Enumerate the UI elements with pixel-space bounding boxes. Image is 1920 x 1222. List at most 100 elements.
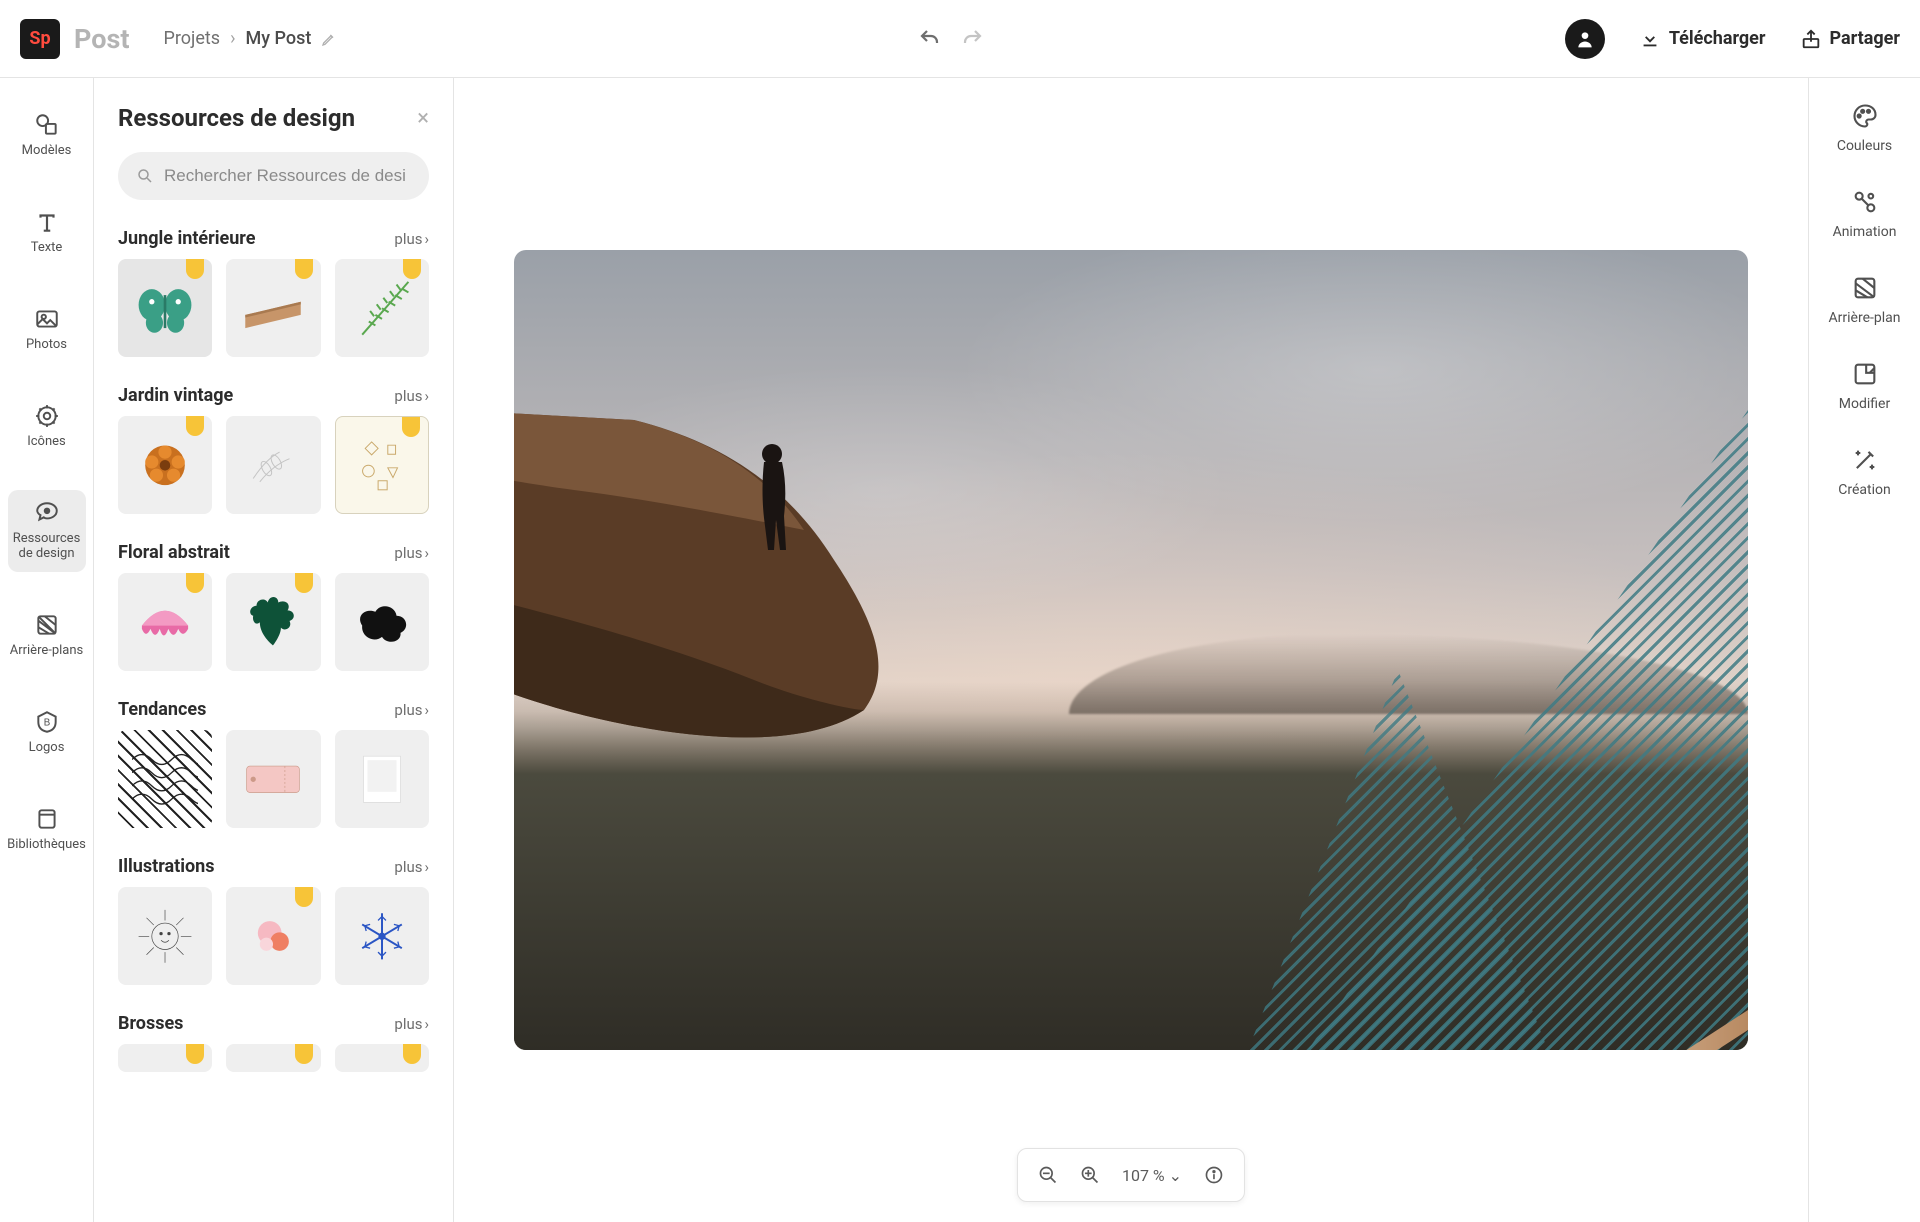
tool-models[interactable]: Modèles (8, 102, 86, 169)
shapes-icon (349, 431, 414, 498)
zoom-in-icon[interactable] (1080, 1165, 1100, 1185)
person-silhouette-icon (744, 440, 804, 560)
triangle-large (1308, 410, 1748, 1050)
premium-badge-icon (186, 259, 204, 279)
search-icon (136, 167, 154, 185)
pencil-icon[interactable] (321, 31, 337, 47)
assets-search[interactable] (118, 152, 429, 200)
tool-icons[interactable]: Icônes (8, 393, 86, 460)
asset-thumb-brush-b[interactable] (226, 1044, 320, 1072)
asset-thumb-black-blob[interactable] (335, 573, 429, 671)
zoom-value: 107 % (1122, 1166, 1165, 1185)
right-background[interactable]: Arrière-plan (1829, 274, 1901, 326)
asset-thumb-brush-c[interactable] (335, 1044, 429, 1072)
asset-thumb-ticket[interactable] (226, 730, 320, 828)
wave-icon (132, 745, 198, 814)
tool-text[interactable]: Texte (8, 199, 86, 266)
history-controls (337, 27, 1564, 51)
asset-section-more[interactable]: plus› (394, 544, 429, 562)
polaroid-icon (349, 745, 415, 814)
asset-section-jardin: Jardin vintage plus› (118, 385, 429, 514)
breadcrumb-root[interactable]: Projets (163, 28, 220, 49)
libraries-icon (34, 806, 60, 832)
tool-models-label: Modèles (22, 144, 72, 159)
asset-thumb-marigold[interactable] (118, 416, 212, 514)
premium-badge-icon (186, 573, 204, 593)
right-colors-label: Couleurs (1837, 138, 1892, 154)
download-label: Télécharger (1669, 28, 1766, 49)
download-icon (1639, 28, 1661, 50)
left-tool-rail: Modèles Texte Photos Icônes Ressources d… (0, 78, 94, 1222)
icons-icon (34, 403, 60, 429)
right-background-label: Arrière-plan (1829, 310, 1901, 326)
tool-photos-label: Photos (26, 338, 67, 353)
asset-section-more[interactable]: plus› (394, 1015, 429, 1033)
info-icon[interactable] (1204, 1165, 1224, 1185)
backgrounds-icon (34, 612, 60, 638)
asset-thumb-paper-shapes[interactable] (335, 416, 429, 514)
asset-section-more[interactable]: plus› (394, 387, 429, 405)
asset-section-more[interactable]: plus› (394, 701, 429, 719)
asset-thumb-wood-plank[interactable] (226, 259, 320, 357)
asset-thumb-pink-blossom[interactable] (226, 887, 320, 985)
chevron-right-icon: › (230, 28, 235, 49)
right-creation[interactable]: Création (1838, 446, 1890, 498)
right-creation-label: Création (1838, 482, 1890, 498)
assets-search-input[interactable] (164, 166, 411, 186)
asset-thumb-pink-jelly[interactable] (118, 573, 212, 671)
share-button[interactable]: Partager (1800, 28, 1901, 50)
right-modify-label: Modifier (1839, 396, 1890, 412)
canvas-stage[interactable] (454, 78, 1808, 1222)
asset-thumb-butterfly[interactable] (118, 259, 212, 357)
asset-thumb-green-leaf[interactable] (226, 573, 320, 671)
tool-logos[interactable]: B Logos (8, 699, 86, 766)
undo-icon[interactable] (918, 27, 942, 51)
animation-icon (1851, 188, 1879, 216)
right-animation-label: Animation (1833, 224, 1897, 240)
artwork-triangles (1128, 410, 1748, 1050)
premium-badge-icon (186, 416, 204, 436)
logos-icon: B (34, 709, 60, 735)
avatar[interactable] (1565, 19, 1605, 59)
asset-thumb-snowflake[interactable] (335, 887, 429, 985)
artwork[interactable] (514, 250, 1748, 1050)
tool-design-assets[interactable]: Ressources de design (8, 490, 86, 572)
share-icon (1800, 28, 1822, 50)
asset-thumb-wave-pattern[interactable] (118, 730, 212, 828)
premium-badge-icon (403, 259, 421, 279)
asset-thumb-sun-face[interactable] (118, 887, 212, 985)
user-icon (1575, 29, 1595, 49)
asset-section-floral: Floral abstrait plus› (118, 542, 429, 671)
app-logo-text: Sp (29, 28, 50, 49)
tool-backgrounds[interactable]: Arrière-plans (8, 602, 86, 669)
chevron-right-icon: › (424, 701, 429, 719)
fern-icon (349, 274, 415, 343)
redo-icon[interactable] (960, 27, 984, 51)
asset-thumb-polaroid[interactable] (335, 730, 429, 828)
close-icon[interactable]: × (417, 106, 429, 131)
snowflake-icon (349, 902, 415, 971)
text-icon (34, 209, 60, 235)
asset-section-title: Jungle intérieure (118, 228, 255, 249)
download-button[interactable]: Télécharger (1639, 28, 1766, 50)
svg-text:B: B (43, 717, 50, 728)
right-colors[interactable]: Couleurs (1837, 102, 1892, 154)
chevron-right-icon: › (424, 544, 429, 562)
right-tool-rail: Couleurs Animation Arrière-plan Modifier… (1808, 78, 1920, 1222)
asset-section-title: Tendances (118, 699, 206, 720)
right-animation[interactable]: Animation (1833, 188, 1897, 240)
asset-thumb-leaves-sketch[interactable] (226, 416, 320, 514)
zoom-out-icon[interactable] (1038, 1165, 1058, 1185)
asset-section-more[interactable]: plus› (394, 858, 429, 876)
breadcrumb-current[interactable]: My Post (245, 28, 311, 49)
asset-section-more[interactable]: plus› (394, 230, 429, 248)
asset-thumb-brush-a[interactable] (118, 1044, 212, 1072)
asset-thumb-fern[interactable] (335, 259, 429, 357)
tool-libraries[interactable]: Bibliothèques (8, 796, 86, 863)
premium-badge-icon (295, 573, 313, 593)
zoom-value-dropdown[interactable]: 107 % ⌄ (1122, 1166, 1182, 1185)
chevron-right-icon: › (424, 1015, 429, 1033)
tool-photos[interactable]: Photos (8, 296, 86, 363)
artwork-cliff (514, 410, 924, 770)
right-modify[interactable]: Modifier (1839, 360, 1890, 412)
